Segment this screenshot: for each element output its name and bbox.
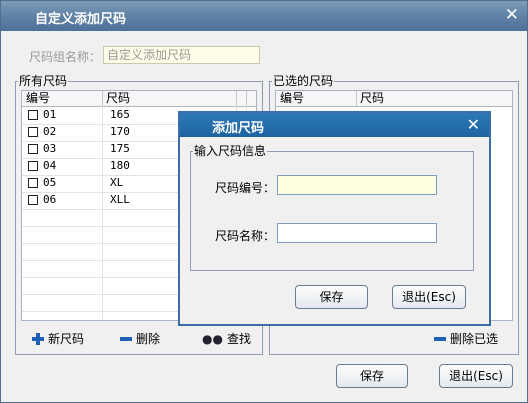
row-size: XLL xyxy=(110,193,130,206)
size-code-label: 尺码编号： xyxy=(215,181,276,195)
row-size: 175 xyxy=(110,142,130,155)
row-checkbox[interactable] xyxy=(28,178,38,188)
row-code: 02 xyxy=(43,125,57,138)
find-label: 查找 xyxy=(226,332,251,346)
col-header-size[interactable]: 尺码 xyxy=(360,91,384,106)
plus-icon xyxy=(32,333,44,345)
delete-button[interactable]: 删除 xyxy=(120,331,160,347)
row-code: 04 xyxy=(43,159,57,172)
size-info-title: 输入尺码信息 xyxy=(193,144,268,158)
group-name-label: 尺码组名称： xyxy=(29,50,102,64)
binoculars-icon: ●● xyxy=(202,332,223,346)
selected-sizes-title: 已选的尺码 xyxy=(272,74,335,88)
size-info-group: 输入尺码信息 尺码编号： 尺码名称： xyxy=(190,144,474,271)
row-checkbox[interactable] xyxy=(28,144,38,154)
close-icon[interactable]: ✕ xyxy=(467,115,480,134)
size-name-label: 尺码名称： xyxy=(215,229,276,243)
row-size: 170 xyxy=(110,125,130,138)
size-code-field[interactable] xyxy=(277,175,437,195)
row-checkbox[interactable] xyxy=(28,127,38,137)
row-code: 01 xyxy=(43,108,57,121)
find-button[interactable]: ●● 查找 xyxy=(202,331,251,347)
grid-header: 编号 尺码 xyxy=(276,91,512,107)
delete-label: 删除 xyxy=(136,332,161,346)
all-sizes-title: 所有尺码 xyxy=(18,74,69,88)
minus-icon xyxy=(434,337,446,341)
col-header-code[interactable]: 编号 xyxy=(280,91,304,106)
remove-selected-label: 删除已选 xyxy=(450,332,499,346)
save-button[interactable]: 保存 xyxy=(336,364,408,388)
row-size: 180 xyxy=(110,159,130,172)
title-bar[interactable]: 自定义添加尺码 ✕ xyxy=(1,1,527,31)
size-name-field[interactable] xyxy=(277,223,437,243)
minus-icon xyxy=(120,337,132,341)
dialog-exit-button[interactable]: 退出(Esc) xyxy=(392,285,466,309)
group-name-field[interactable]: 自定义添加尺码 xyxy=(103,46,260,64)
dialog-title: 添加尺码 xyxy=(212,121,265,136)
window-title: 自定义添加尺码 xyxy=(35,12,127,27)
row-code: 05 xyxy=(43,176,57,189)
row-checkbox[interactable] xyxy=(28,110,38,120)
col-header-code[interactable]: 编号 xyxy=(26,91,50,106)
row-code: 03 xyxy=(43,142,57,155)
close-icon[interactable]: ✕ xyxy=(505,5,519,25)
new-size-button[interactable]: 新尺码 xyxy=(32,331,84,347)
add-size-dialog: 添加尺码 ✕ 输入尺码信息 尺码编号： 尺码名称： 保存 退出(Esc) xyxy=(178,111,491,326)
dialog-save-button[interactable]: 保存 xyxy=(295,285,368,309)
col-header-size[interactable]: 尺码 xyxy=(106,91,130,106)
row-checkbox[interactable] xyxy=(28,161,38,171)
row-size: 165 xyxy=(110,108,130,121)
new-size-label: 新尺码 xyxy=(48,332,85,346)
grid-header: 编号 尺码 xyxy=(22,91,256,107)
row-code: 06 xyxy=(43,193,57,206)
remove-selected-button[interactable]: 删除已选 xyxy=(434,331,498,347)
dialog-title-bar[interactable]: 添加尺码 ✕ xyxy=(180,113,489,137)
row-size: XL xyxy=(110,176,124,189)
exit-button[interactable]: 退出(Esc) xyxy=(439,364,513,388)
row-checkbox[interactable] xyxy=(28,195,38,205)
